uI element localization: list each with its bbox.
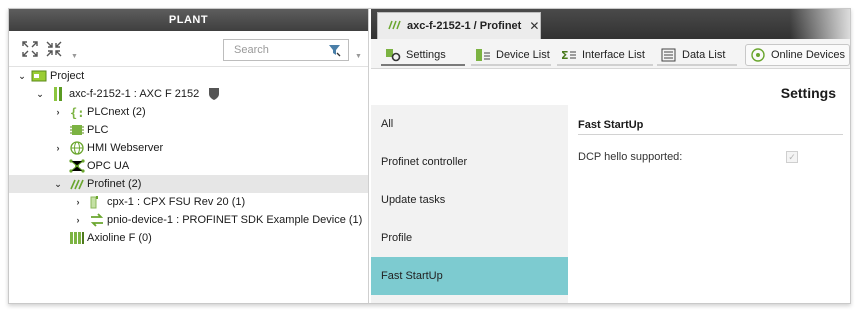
collapse-chevron-icon[interactable]: ⌄: [53, 175, 63, 193]
settings-category-list: All Profinet controller Update tasks Pro…: [371, 105, 568, 303]
tree-node-hmi[interactable]: › HMI Webserver: [9, 139, 368, 157]
settings-title: Settings: [780, 85, 836, 101]
shield-icon: [207, 87, 223, 101]
tabbar-fade: [790, 9, 850, 39]
tree-node-label: PLC: [87, 124, 109, 136]
section-title: Fast StartUp: [578, 119, 843, 135]
tree-node-project[interactable]: ⌄ Project: [9, 67, 368, 85]
document-tab[interactable]: axc-f-2152-1 / Profinet ✕: [377, 12, 541, 39]
tree-node-label: OPC UA: [87, 160, 130, 172]
plant-search[interactable]: [223, 39, 349, 61]
controller-icon: [51, 87, 67, 101]
search-input[interactable]: [232, 41, 328, 59]
tree-node-label: Profinet (2): [87, 178, 142, 190]
settings-underline: [381, 64, 465, 66]
pnio-device-icon: [89, 213, 105, 227]
cpx-device-icon: [89, 195, 105, 209]
toolbar-separator: [471, 64, 551, 66]
collapse-chevron-icon[interactable]: ⌄: [17, 67, 27, 85]
online-devices-button[interactable]: Online Devices: [745, 44, 850, 66]
plant-tree: ⌄ Project ⌄ axc-f-2152-1 : AXC F 2152 ›: [9, 67, 368, 247]
dcp-hello-checkbox[interactable]: ✓: [786, 151, 798, 163]
tree-node-label: HMI Webserver: [87, 142, 164, 154]
settings-button[interactable]: Settings: [385, 44, 446, 66]
settings-icon: [385, 48, 401, 62]
opcua-icon: [69, 159, 85, 173]
close-icon[interactable]: ✕: [529, 19, 539, 33]
category-fast-startup[interactable]: Fast StartUp: [371, 257, 568, 295]
tree-node-label: cpx-1 : CPX FSU Rev 20 (1): [107, 196, 246, 208]
project-icon: [31, 69, 47, 83]
expand-chevron-icon[interactable]: ›: [53, 103, 63, 121]
expand-all-icon[interactable]: [21, 40, 41, 58]
category-profinet-controller[interactable]: Profinet controller: [371, 143, 568, 181]
plant-header: PLANT: [9, 9, 368, 31]
plant-toolbar: ▼ ▼: [9, 31, 368, 67]
svg-text:Σ: Σ: [561, 49, 569, 62]
search-dropdown-icon[interactable]: ▼: [355, 53, 362, 60]
data-list-label: Data List: [682, 49, 726, 61]
tree-node-profinet[interactable]: ⌄ Profinet (2): [9, 175, 368, 193]
collapse-all-icon[interactable]: [45, 40, 65, 58]
editor-tabbar: axc-f-2152-1 / Profinet ✕: [371, 9, 850, 39]
tree-node-pnio[interactable]: › pnio-device-1 : PROFINET SDK Example D…: [9, 211, 368, 229]
expand-chevron-icon[interactable]: ›: [73, 211, 83, 229]
profinet-icon: [69, 177, 85, 191]
tree-node-label: Project: [50, 70, 85, 82]
dcp-hello-field: DCP hello supported: ✓: [578, 151, 843, 165]
interface-list-label: Interface List: [582, 49, 645, 61]
interface-list-button[interactable]: Σ Interface List: [561, 44, 645, 66]
tree-node-plcnext[interactable]: › {:} PLCnext (2): [9, 103, 368, 121]
globe-icon: [69, 141, 85, 155]
editor-panel: axc-f-2152-1 / Profinet ✕ Settings Devic…: [371, 9, 850, 303]
settings-label: Settings: [406, 49, 446, 61]
data-list-button[interactable]: Data List: [661, 44, 725, 66]
device-list-icon: [475, 48, 491, 62]
plcnext-icon: {:}: [69, 105, 92, 120]
tree-node-opcua[interactable]: OPC UA: [9, 157, 368, 175]
tree-node-label: pnio-device-1 : PROFINET SDK Example Dev…: [107, 214, 363, 226]
tree-node-label: PLCnext (2): [87, 106, 146, 118]
expand-chevron-icon[interactable]: ›: [53, 139, 63, 157]
toolbar-separator: [557, 64, 653, 66]
collapse-chevron-icon[interactable]: ⌄: [35, 85, 45, 103]
tree-node-label: Axioline F (0): [87, 232, 152, 244]
tree-node-controller[interactable]: ⌄ axc-f-2152-1 : AXC F 2152: [9, 85, 368, 103]
editor-toolbar: Settings Device List Σ Interface List Da…: [371, 39, 850, 69]
category-profile[interactable]: Profile: [371, 219, 568, 257]
tab-title: axc-f-2152-1 / Profinet: [407, 20, 522, 32]
device-list-button[interactable]: Device List: [475, 44, 550, 66]
tree-node-plc[interactable]: PLC: [9, 121, 368, 139]
profinet-icon: [388, 20, 402, 33]
svg-text:{:}: {:}: [70, 106, 85, 119]
online-devices-label: Online Devices: [771, 49, 845, 61]
expand-chevron-icon[interactable]: ›: [73, 193, 83, 211]
tree-node-axioline[interactable]: Axioline F (0): [9, 229, 368, 247]
tree-node-cpx[interactable]: › cpx-1 : CPX FSU Rev 20 (1): [9, 193, 368, 211]
filter-icon[interactable]: [328, 43, 342, 60]
category-all[interactable]: All: [371, 105, 568, 143]
settings-content: Fast StartUp DCP hello supported: ✓: [578, 119, 843, 165]
dcp-hello-label: DCP hello supported:: [578, 151, 683, 163]
toolbar-separator: [657, 64, 737, 66]
online-devices-icon: [750, 48, 766, 62]
data-list-icon: [661, 48, 677, 62]
tree-node-label: axc-f-2152-1 : AXC F 2152: [69, 88, 200, 100]
plant-panel: PLANT ▼ ▼ ⌄ Pro: [9, 9, 369, 303]
interface-list-icon: Σ: [561, 48, 577, 62]
category-update-tasks[interactable]: Update tasks: [371, 181, 568, 219]
device-list-label: Device List: [496, 49, 550, 61]
toolbar-dropdown-icon[interactable]: ▼: [71, 53, 78, 60]
app-frame: PLANT ▼ ▼ ⌄ Pro: [8, 8, 851, 304]
axioline-icon: [69, 231, 85, 245]
plc-chip-icon: [69, 123, 85, 137]
